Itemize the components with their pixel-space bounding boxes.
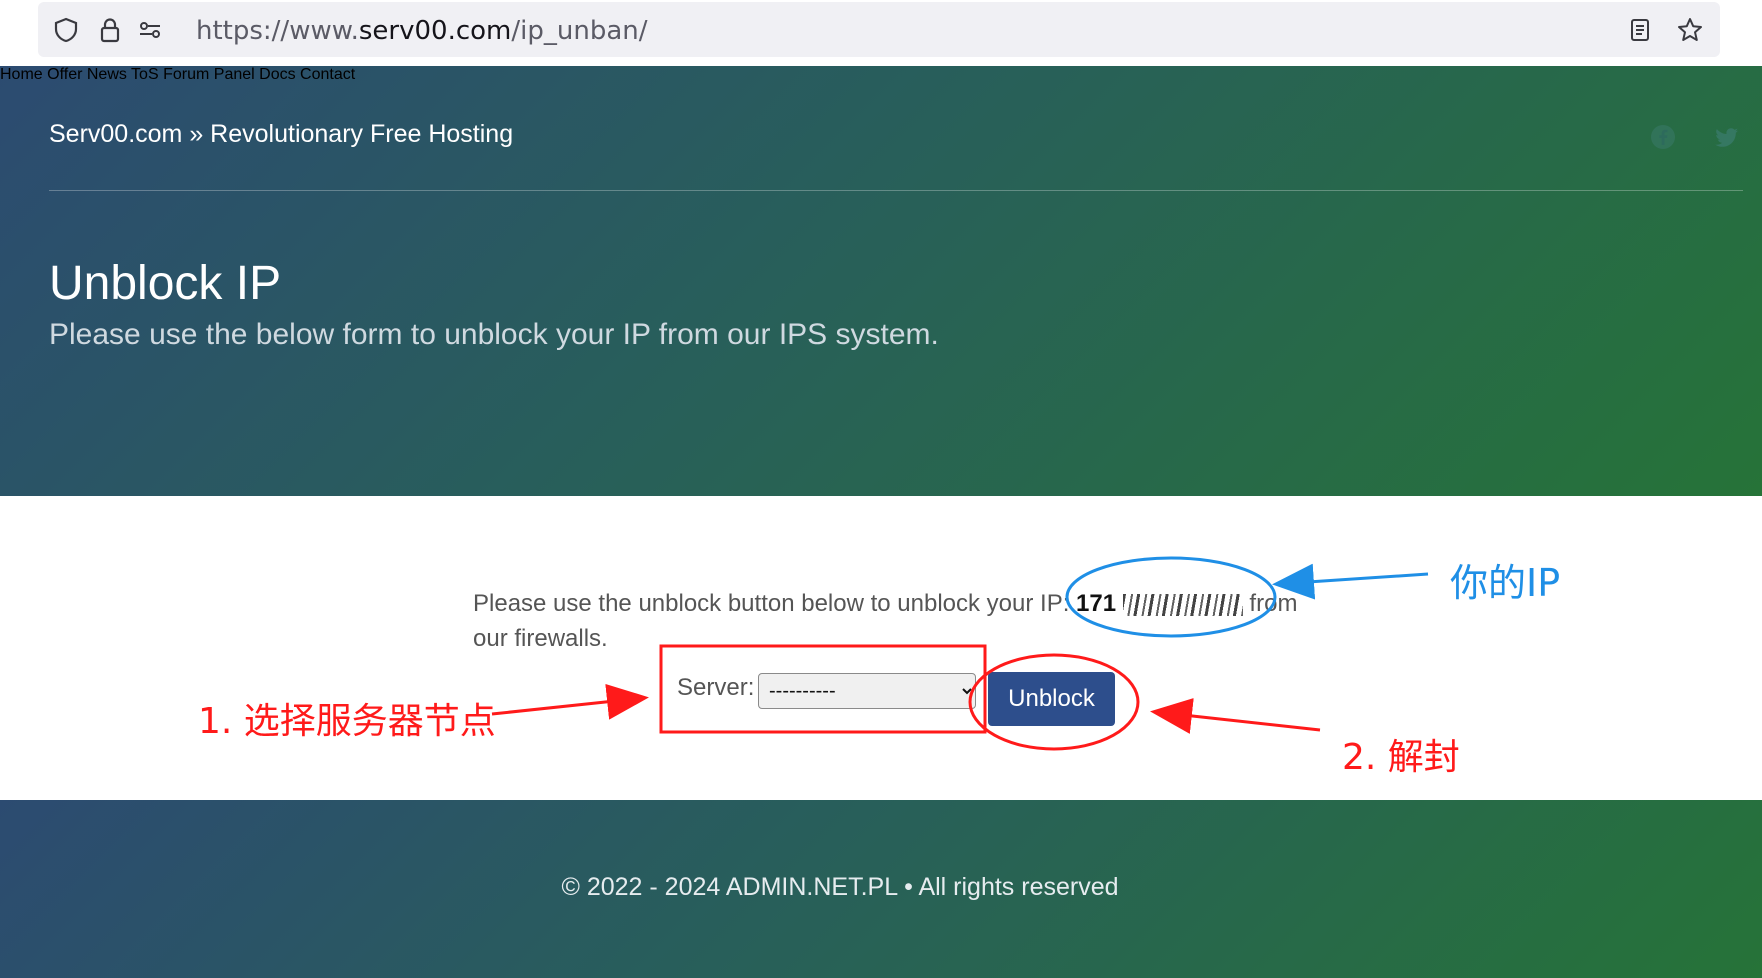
hero-section: Serv00.com » Revolutionary Free Hosting … (0, 66, 1762, 496)
lock-icon[interactable] (96, 16, 124, 44)
shield-icon[interactable] (52, 16, 80, 44)
url-host: serv00.com (358, 16, 512, 46)
browser-toolbar: https://www.serv00.com/ip_unban/ (0, 0, 1762, 66)
nav-contact[interactable]: Contact (300, 66, 355, 83)
bookmark-star-icon[interactable] (1676, 16, 1704, 44)
nav-forum[interactable]: Forum (163, 66, 209, 83)
page-title: Unblock IP (49, 257, 282, 310)
footer: © 2022 - 2024 ADMIN.NET.PL • All rights … (0, 800, 1762, 978)
ip-address: 171 (1076, 590, 1243, 617)
url-path: /ip_unban/ (511, 16, 648, 46)
copyright-text: © 2022 - 2024 ADMIN.NET.PL • All rights … (561, 873, 1119, 901)
message-text-before: Please use the unblock button below to u… (473, 590, 1077, 617)
page-subtitle: Please use the below form to unblock you… (49, 318, 939, 351)
url-text[interactable]: https://www.serv00.com/ip_unban/ (196, 16, 648, 46)
permissions-icon[interactable] (136, 16, 164, 44)
site-brand[interactable]: Serv00.com » Revolutionary Free Hosting (49, 120, 513, 149)
nav-tos[interactable]: ToS (131, 66, 159, 83)
reader-view-icon[interactable] (1626, 16, 1654, 44)
nav-home[interactable]: Home (0, 66, 43, 83)
ip-redacted (1122, 593, 1243, 616)
main-nav: Home Offer News ToS Forum Panel Docs Con… (0, 66, 1762, 84)
ip-visible-part: 171 (1076, 590, 1117, 617)
twitter-icon[interactable] (1714, 124, 1740, 150)
header-divider (49, 190, 1743, 191)
unblock-button[interactable]: Unblock (988, 672, 1115, 726)
address-bar[interactable]: https://www.serv00.com/ip_unban/ (38, 2, 1720, 57)
server-label: Server: (677, 674, 755, 701)
unblock-message: Please use the unblock button below to u… (473, 586, 1333, 656)
nav-docs[interactable]: Docs (259, 66, 295, 83)
server-select[interactable]: ---------- (758, 673, 976, 709)
facebook-icon[interactable] (1650, 124, 1676, 150)
nav-news[interactable]: News (87, 66, 127, 83)
main-content: Please use the unblock button below to u… (0, 496, 1762, 800)
url-prefix: https://www. (196, 16, 359, 46)
nav-offer[interactable]: Offer (47, 66, 82, 83)
nav-panel[interactable]: Panel (214, 66, 255, 83)
